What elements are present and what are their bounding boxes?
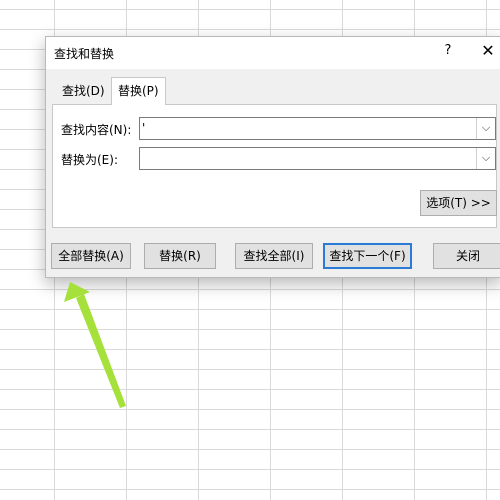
annotation-arrow-icon	[64, 282, 126, 408]
tab-replace[interactable]: 替换(P)	[111, 77, 166, 105]
